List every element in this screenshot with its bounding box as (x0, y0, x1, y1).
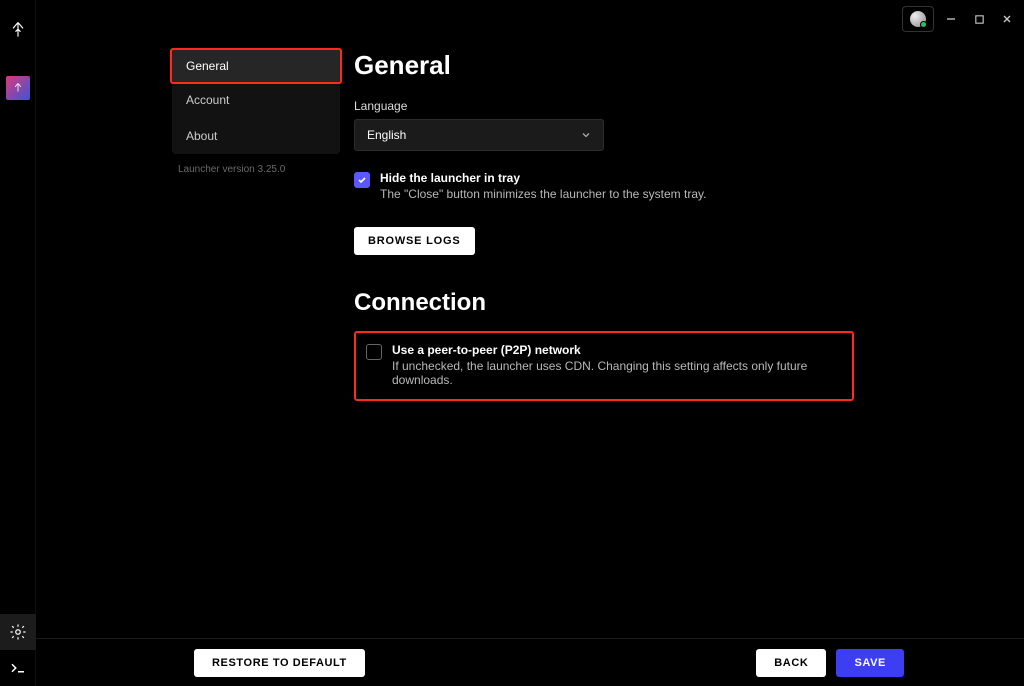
avatar (910, 11, 926, 27)
launcher-version: Launcher version 3.25.0 (172, 164, 340, 175)
settings-panel: General Language English Hide the launch… (354, 50, 1024, 401)
app-logo-icon[interactable] (0, 12, 36, 48)
nav-item-account[interactable]: Account (172, 82, 340, 118)
language-select-value: English (367, 128, 406, 142)
profile-button[interactable] (902, 6, 934, 32)
section-heading-general: General (354, 50, 984, 81)
chevron-down-icon (581, 130, 591, 140)
back-button[interactable]: BACK (756, 649, 826, 677)
status-online-icon (920, 21, 927, 28)
nav-item-general[interactable]: General (170, 48, 342, 84)
left-rail (0, 0, 36, 686)
restore-default-button[interactable]: RESTORE TO DEFAULT (194, 649, 365, 677)
window-maximize-icon[interactable] (968, 8, 990, 30)
footer-bar: RESTORE TO DEFAULT BACK SAVE (36, 638, 1024, 686)
save-button[interactable]: SAVE (836, 649, 904, 677)
nav-item-label: General (186, 59, 229, 73)
p2p-desc: If unchecked, the launcher uses CDN. Cha… (392, 359, 840, 387)
nav-item-about[interactable]: About (172, 118, 340, 154)
window-minimize-icon[interactable] (940, 8, 962, 30)
window-close-icon[interactable] (996, 8, 1018, 30)
hide-tray-desc: The "Close" button minimizes the launche… (380, 187, 706, 201)
hide-tray-title: Hide the launcher in tray (380, 171, 706, 185)
section-heading-connection: Connection (354, 289, 984, 317)
settings-icon[interactable] (0, 614, 36, 650)
nav-item-label: Account (186, 93, 229, 107)
settings-side-nav: General Account About Launcher version 3… (172, 50, 340, 401)
p2p-title: Use a peer-to-peer (P2P) network (392, 343, 840, 357)
nav-item-label: About (186, 129, 217, 143)
console-icon[interactable] (0, 650, 36, 686)
p2p-setting-box: Use a peer-to-peer (P2P) network If unch… (354, 331, 854, 401)
game-tile-icon[interactable] (6, 76, 30, 100)
language-label: Language (354, 99, 984, 113)
p2p-checkbox[interactable] (366, 344, 382, 360)
browse-logs-button[interactable]: BROWSE LOGS (354, 227, 475, 255)
titlebar (902, 6, 1018, 32)
hide-tray-checkbox[interactable] (354, 172, 370, 188)
language-select[interactable]: English (354, 119, 604, 151)
main-area: General Account About Launcher version 3… (36, 0, 1024, 686)
